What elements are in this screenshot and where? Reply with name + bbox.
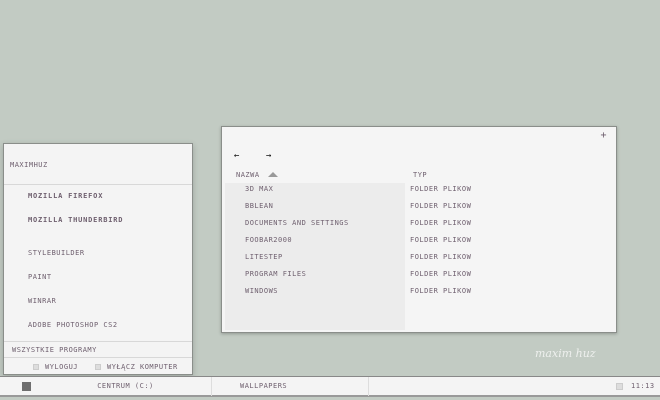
add-button[interactable]: + bbox=[600, 130, 607, 141]
taskbar: Centrum (C:) Wallpapers 11:13 bbox=[0, 376, 660, 397]
file-row-name[interactable]: LiteStep bbox=[245, 253, 283, 261]
logoff-label: Wyloguj bbox=[45, 363, 79, 371]
user-name: maximhuz bbox=[10, 161, 48, 169]
file-row-name[interactable]: WINDOWS bbox=[245, 287, 278, 295]
menu-item-photoshop[interactable]: Adobe Photoshop CS2 bbox=[28, 321, 118, 329]
file-row-type: Folder plikow bbox=[410, 270, 472, 278]
back-button[interactable]: ← bbox=[234, 151, 240, 161]
menu-item-stylebuilder[interactable]: Stylebuilder bbox=[28, 249, 85, 257]
column-header-type[interactable]: Typ bbox=[413, 171, 427, 179]
explorer-window: + ← → Nazwa Typ 3D Max Folder plikow bbLea… bbox=[221, 126, 617, 333]
menu-item-thunderbird[interactable]: Mozilla Thunderbird bbox=[28, 216, 123, 224]
file-row-name[interactable]: bbLean bbox=[245, 202, 273, 210]
file-row-type: Folder plikow bbox=[410, 202, 472, 210]
shutdown-label: Wyłącz komputer bbox=[107, 363, 178, 371]
logoff-button[interactable]: Wyloguj bbox=[33, 363, 78, 371]
file-row-type: Folder plikow bbox=[410, 287, 472, 295]
clock: 11:13 bbox=[631, 382, 655, 390]
menu-item-paint[interactable]: Paint bbox=[28, 273, 52, 281]
file-row-type: Folder plikow bbox=[410, 219, 472, 227]
file-row-type: Folder plikow bbox=[410, 236, 472, 244]
column-name-label: Nazwa bbox=[236, 171, 260, 179]
forward-button[interactable]: → bbox=[266, 151, 272, 161]
all-programs-button[interactable]: Wszystkie programy bbox=[12, 346, 97, 354]
shutdown-icon bbox=[95, 364, 101, 370]
tray-icon[interactable] bbox=[616, 383, 623, 390]
file-row-type: Folder plikow bbox=[410, 253, 472, 261]
column-header-name[interactable]: Nazwa bbox=[236, 171, 278, 179]
file-row-name[interactable]: Documents and Settings bbox=[245, 219, 349, 227]
file-row-name[interactable]: Program Files bbox=[245, 270, 306, 278]
file-row-name[interactable]: 3D Max bbox=[245, 185, 273, 193]
menu-item-firefox[interactable]: Mozilla Firefox bbox=[28, 192, 103, 200]
sort-ascending-icon bbox=[267, 172, 278, 177]
file-row-type: Folder plikow bbox=[410, 185, 472, 193]
logoff-icon bbox=[33, 364, 39, 370]
task-wallpapers[interactable]: Wallpapers bbox=[212, 377, 369, 396]
start-menu: maximhuz Mozilla Firefox Mozilla Thunder… bbox=[3, 143, 193, 375]
task-centrum[interactable]: Centrum (C:) bbox=[40, 377, 212, 396]
file-row-name[interactable]: foobar2000 bbox=[245, 236, 292, 244]
shutdown-button[interactable]: Wyłącz komputer bbox=[95, 363, 178, 371]
signature-watermark: maxim huz bbox=[535, 347, 596, 360]
start-button-icon[interactable] bbox=[22, 382, 31, 391]
menu-item-winrar[interactable]: WinRAR bbox=[28, 297, 56, 305]
